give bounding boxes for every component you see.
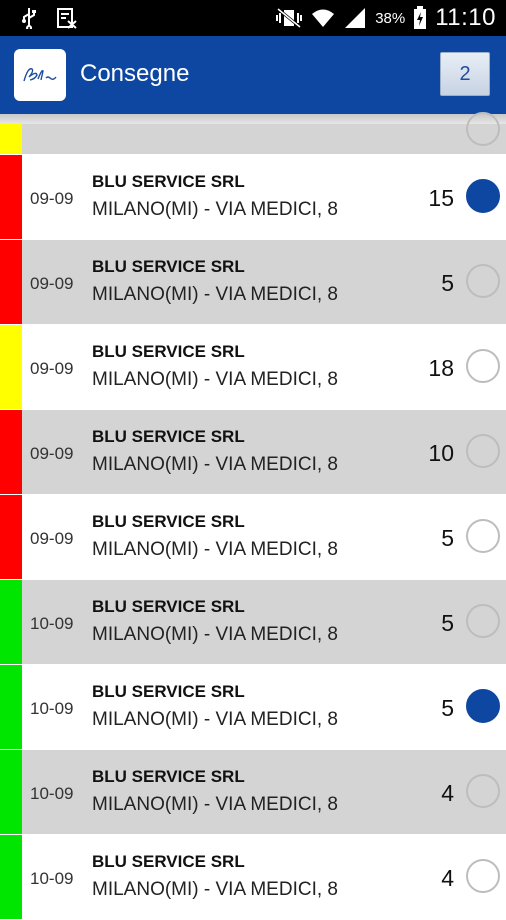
priority-stripe: [0, 665, 22, 749]
priority-stripe: [0, 835, 22, 919]
select-radio[interactable]: [466, 519, 500, 553]
action-bar-shadow: [0, 114, 506, 124]
delivery-date: 09-09: [30, 529, 74, 548]
delivery-address: MILANO(MI) - VIA MEDICI, 8: [92, 199, 338, 220]
delivery-row[interactable]: 09-09 BLU SERVICE SRL MILANO(MI) - VIA MED…: [0, 495, 506, 580]
document-notification-icon: [56, 7, 78, 29]
status-bar: 38% 11:10: [0, 0, 506, 36]
delivery-row[interactable]: 10-09 BLU SERVICE SRL MILANO(MI) - VIA MED…: [0, 835, 506, 920]
priority-stripe: [0, 124, 22, 154]
company-name: BLU SERVICE SRL: [92, 427, 245, 446]
delivery-date: 09-09: [30, 189, 74, 208]
company-name: BLU SERVICE SRL: [92, 172, 245, 191]
wifi-icon: [311, 7, 335, 29]
delivery-row[interactable]: 09-09 BLU SERVICE SRL MILANO(MI) - VIA MED…: [0, 155, 506, 240]
select-radio[interactable]: [466, 859, 500, 893]
quantity: 5: [441, 525, 454, 551]
select-radio[interactable]: [466, 689, 500, 723]
delivery-date: 09-09: [30, 444, 74, 463]
battery-charging-icon: [413, 6, 427, 30]
select-radio[interactable]: [466, 179, 500, 213]
quantity: 4: [441, 780, 454, 806]
clock: 11:10: [435, 4, 496, 31]
list-item-partial[interactable]: [0, 112, 506, 155]
delivery-address: MILANO(MI) - VIA MEDICI, 8: [92, 709, 338, 730]
app-logo[interactable]: [14, 49, 66, 101]
select-radio[interactable]: [466, 264, 500, 298]
delivery-row[interactable]: 09-09 BLU SERVICE SRL MILANO(MI) - VIA MED…: [0, 410, 506, 495]
company-name: BLU SERVICE SRL: [92, 767, 245, 786]
usb-icon: [20, 7, 38, 29]
delivery-address: MILANO(MI) - VIA MEDICI, 8: [92, 879, 338, 900]
quantity: 5: [441, 270, 454, 296]
delivery-date: 09-09: [30, 359, 74, 378]
delivery-row[interactable]: 09-09 BLU SERVICE SRL MILANO(MI) - VIA MED…: [0, 325, 506, 410]
signature-logo-icon: [23, 68, 57, 82]
company-name: BLU SERVICE SRL: [92, 852, 245, 871]
delivery-address: MILANO(MI) - VIA MEDICI, 8: [92, 369, 338, 390]
quantity: 18: [428, 355, 454, 381]
company-name: BLU SERVICE SRL: [92, 597, 245, 616]
delivery-row[interactable]: 10-09 BLU SERVICE SRL MILANO(MI) - VIA MED…: [0, 750, 506, 835]
priority-stripe: [0, 325, 22, 409]
quantity: 15: [428, 185, 454, 211]
page-title: Consegne: [80, 60, 190, 87]
delivery-row[interactable]: 10-09 BLU SERVICE SRL MILANO(MI) - VIA MED…: [0, 665, 506, 750]
quantity: 5: [441, 695, 454, 721]
selected-count-button[interactable]: 2: [440, 52, 490, 96]
battery-percent: 38%: [375, 9, 406, 27]
delivery-date: 09-09: [30, 274, 74, 293]
delivery-address: MILANO(MI) - VIA MEDICI, 8: [92, 624, 338, 645]
quantity: 10: [428, 440, 454, 466]
action-bar: Consegne 2: [0, 36, 506, 114]
select-radio[interactable]: [466, 112, 500, 146]
select-radio[interactable]: [466, 434, 500, 468]
vibrate-mute-icon: [275, 7, 303, 29]
priority-stripe: [0, 155, 22, 239]
company-name: BLU SERVICE SRL: [92, 682, 245, 701]
delivery-address: MILANO(MI) - VIA MEDICI, 8: [92, 284, 338, 305]
company-name: BLU SERVICE SRL: [92, 257, 245, 276]
select-radio[interactable]: [466, 604, 500, 638]
delivery-date: 10-09: [30, 614, 74, 633]
select-radio[interactable]: [466, 774, 500, 808]
quantity: 5: [441, 610, 454, 636]
priority-stripe: [0, 580, 22, 664]
select-radio[interactable]: [466, 349, 500, 383]
priority-stripe: [0, 750, 22, 834]
priority-stripe: [0, 240, 22, 324]
priority-stripe: [0, 495, 22, 579]
company-name: BLU SERVICE SRL: [92, 342, 245, 361]
delivery-list[interactable]: 09-09 BLU SERVICE SRL MILANO(MI) - VIA MED…: [0, 112, 506, 920]
delivery-date: 10-09: [30, 699, 74, 718]
delivery-date: 10-09: [30, 784, 74, 803]
delivery-row[interactable]: 09-09 BLU SERVICE SRL MILANO(MI) - VIA MED…: [0, 240, 506, 325]
delivery-address: MILANO(MI) - VIA MEDICI, 8: [92, 539, 338, 560]
delivery-address: MILANO(MI) - VIA MEDICI, 8: [92, 454, 338, 475]
company-name: BLU SERVICE SRL: [92, 512, 245, 531]
signal-icon: [343, 7, 367, 29]
delivery-row[interactable]: 10-09 BLU SERVICE SRL MILANO(MI) - VIA MED…: [0, 580, 506, 665]
quantity: 4: [441, 865, 454, 891]
delivery-address: MILANO(MI) - VIA MEDICI, 8: [92, 794, 338, 815]
priority-stripe: [0, 410, 22, 494]
delivery-date: 10-09: [30, 869, 74, 888]
